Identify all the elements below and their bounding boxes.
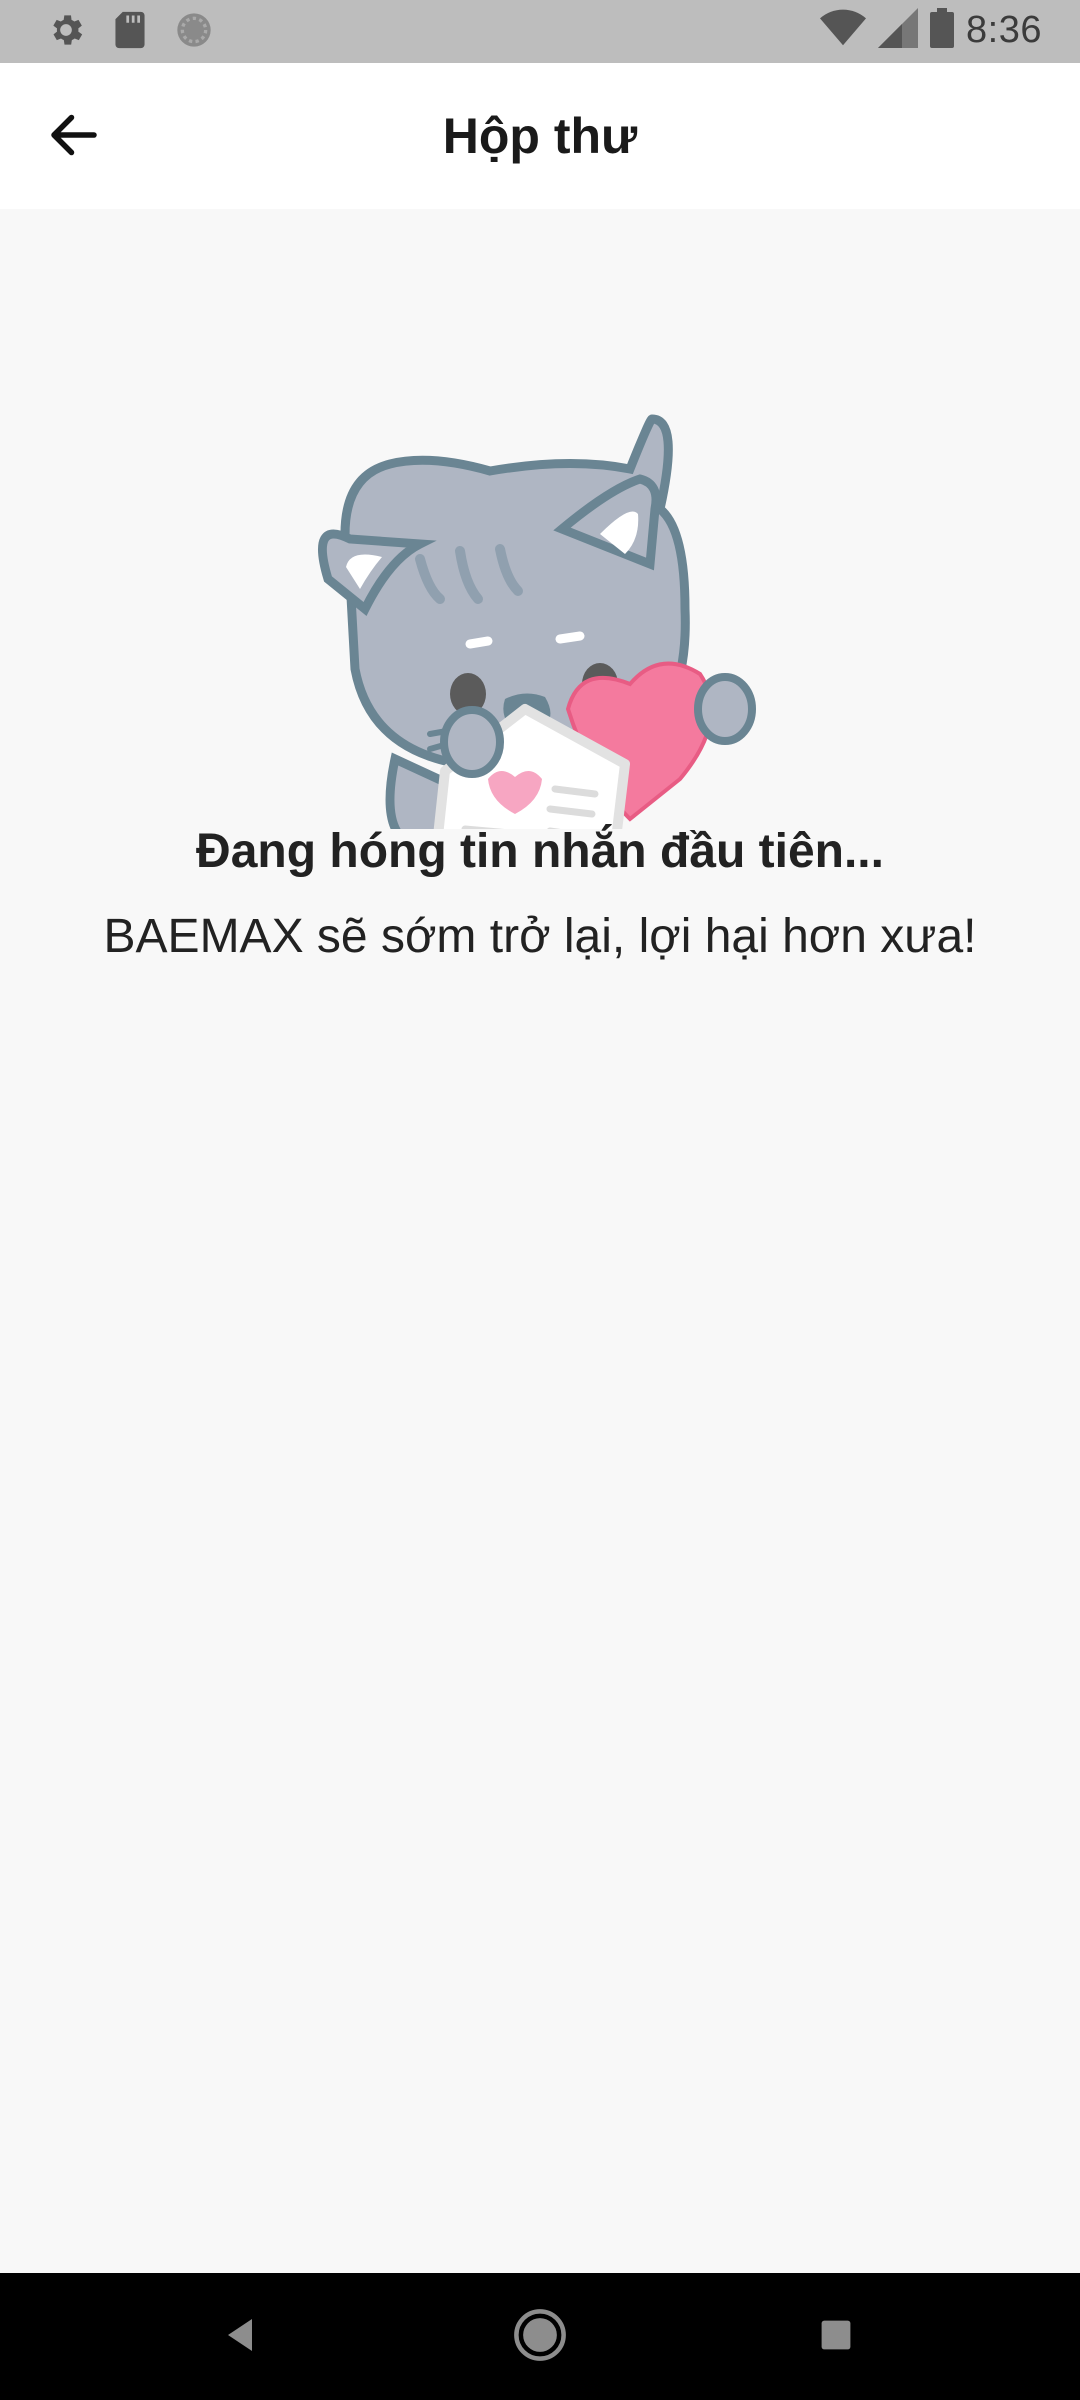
wifi-icon [820,8,867,53]
nav-back-button[interactable] [206,2303,274,2371]
empty-state-subtitle: BAEMAX sẽ sớm trở lại, lợi hại hơn xưa! [103,910,977,963]
recents-square-icon [818,2317,854,2358]
page-title: Hộp thư [442,108,638,164]
status-bar: 8:36 [0,0,1080,63]
app-bar: Hộp thư [0,63,1080,209]
arrow-left-icon [44,105,104,170]
status-time: 8:36 [966,9,1042,51]
settings-icon [46,10,86,55]
loading-circle-icon [174,10,214,55]
battery-icon [930,8,955,53]
nav-home-button[interactable] [506,2303,574,2371]
back-triangle-icon [220,2315,260,2360]
inbox-empty-state: Đang hóng tin nhắn đầu tiên... BAEMAX sẽ… [0,209,1080,2273]
system-navigation-bar [0,2273,1080,2400]
cat-mascot-illustration [310,309,770,1009]
home-circle-icon [513,2308,567,2367]
signal-icon [878,8,919,53]
back-button[interactable] [36,99,112,175]
nav-recents-button[interactable] [802,2303,870,2371]
empty-state-title: Đang hóng tin nhắn đầu tiên... [196,825,884,878]
sd-card-icon [112,10,148,55]
